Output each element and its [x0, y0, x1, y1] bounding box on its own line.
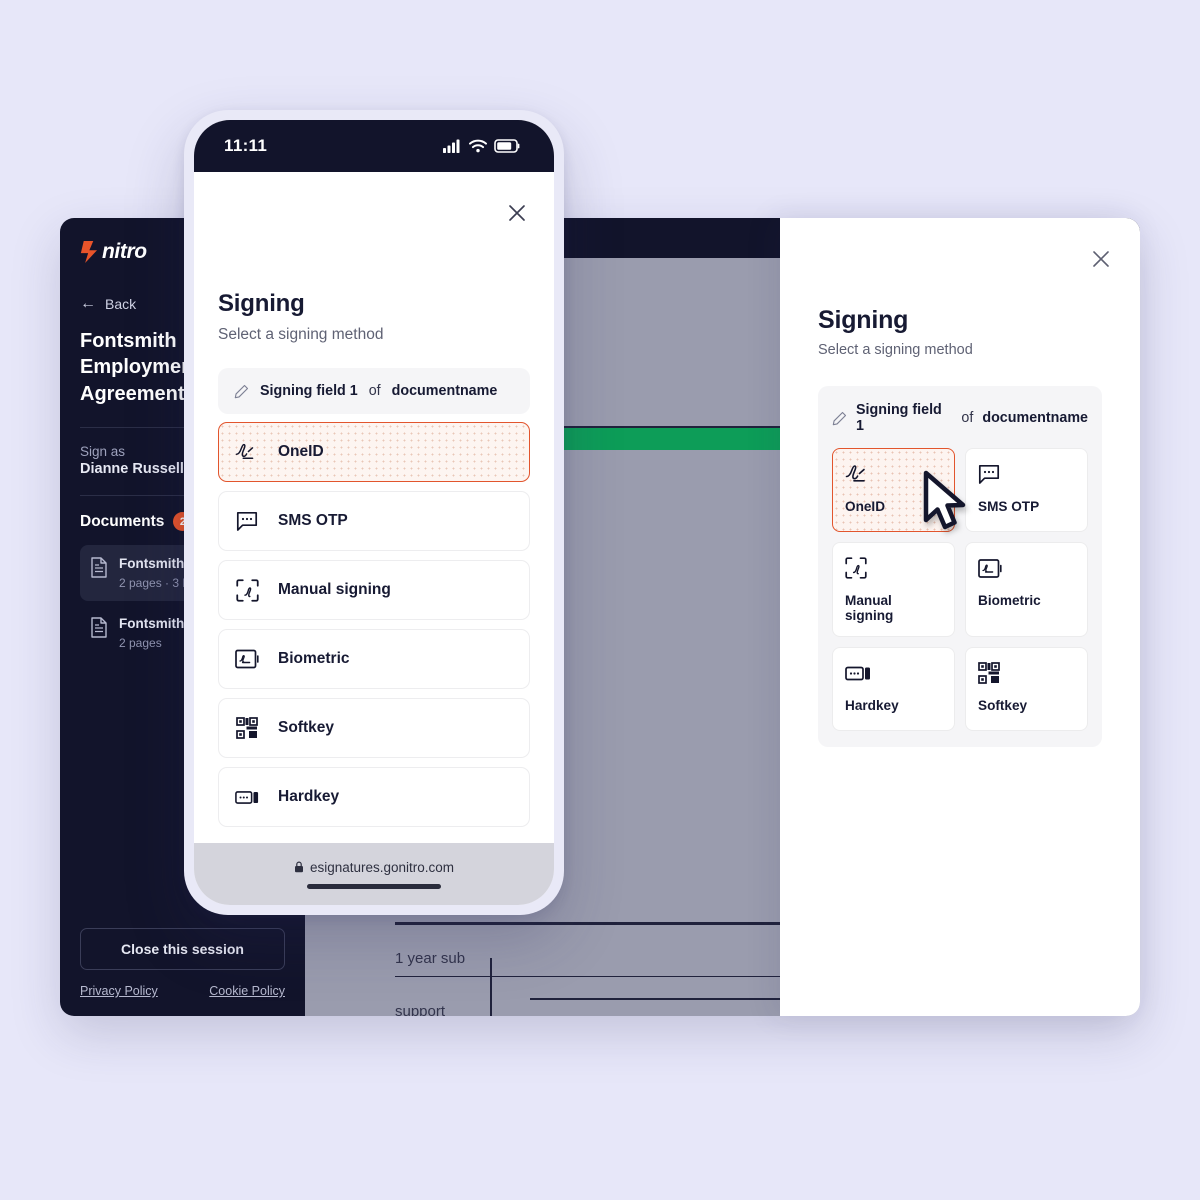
cellular-signal-icon [443, 139, 460, 153]
document-item-1: 1 year sub [395, 950, 466, 967]
method-label: SMS OTP [978, 499, 1040, 514]
method-row-biometric[interactable]: Biometric [218, 629, 530, 689]
method-label: Softkey [278, 719, 334, 736]
method-tile-biometric[interactable]: Biometric [965, 542, 1088, 637]
scan-signature-icon [235, 578, 259, 602]
phone-mockup: 11:11 Signing Select a signing method Si… [184, 110, 564, 915]
method-tile-oneid[interactable]: OneID [832, 448, 955, 532]
signing-field-header: Signing field 1 of documentname [234, 383, 514, 399]
method-row-sms-otp[interactable]: SMS OTP [218, 491, 530, 551]
mobile-browser-bar: esignatures.gonitro.com [194, 843, 554, 905]
back-label: Back [105, 296, 137, 312]
hardkey-icon [235, 785, 259, 809]
document-item-2: support [395, 1003, 446, 1016]
signing-field-number: Signing field 1 [260, 383, 358, 399]
phone-status-bar: 11:11 [194, 120, 554, 172]
method-label: SMS OTP [278, 512, 348, 529]
privacy-policy-link[interactable]: Privacy Policy [80, 984, 158, 998]
method-label: Hardkey [278, 788, 340, 805]
signing-field-card: Signing field 1 of documentname OneID SM… [818, 386, 1102, 747]
chat-bubble-icon [235, 509, 259, 533]
close-session-button[interactable]: Close this session [80, 928, 285, 970]
method-label: Hardkey [845, 698, 899, 713]
documents-label: Documents [80, 512, 165, 530]
page-title: Signing [818, 306, 909, 334]
battery-icon [494, 139, 520, 153]
qr-code-icon [978, 662, 1075, 684]
signing-field-card: Signing field 1 of documentname [218, 368, 530, 414]
scan-signature-icon [845, 557, 942, 579]
nitro-mark-icon [80, 241, 97, 263]
pencil-icon [832, 411, 847, 425]
cookie-policy-link[interactable]: Cookie Policy [209, 984, 285, 998]
document-column-divider [490, 958, 492, 1016]
method-label: Biometric [278, 650, 350, 667]
close-icon[interactable] [1090, 248, 1112, 270]
signing-field-of: of [961, 410, 974, 426]
browser-url-text: esignatures.gonitro.com [309, 859, 455, 875]
signature-icon [235, 440, 259, 464]
status-icons [443, 139, 520, 153]
method-label: OneID [845, 499, 886, 514]
method-tile-softkey[interactable]: Softkey [965, 647, 1088, 731]
method-tile-sms-otp[interactable]: SMS OTP [965, 448, 1088, 532]
pencil-icon [234, 384, 249, 398]
file-icon [91, 617, 107, 638]
page-subtitle: Select a signing method [818, 342, 973, 358]
desktop-signing-panel: Signing Select a signing method Signing … [780, 218, 1140, 1016]
method-row-softkey[interactable]: Softkey [218, 698, 530, 758]
close-icon[interactable] [506, 202, 528, 224]
phone-screen: 11:11 Signing Select a signing method Si… [194, 120, 554, 905]
browser-address[interactable]: esignatures.gonitro.com [294, 860, 454, 875]
page-subtitle: Select a signing method [218, 326, 384, 343]
method-label: OneID [278, 443, 324, 460]
phone-content: Signing Select a signing method Signing … [194, 290, 554, 827]
method-label: Manual signing [845, 593, 894, 623]
arrow-left-icon: ← [80, 295, 96, 312]
nitro-wordmark: nitro [102, 240, 147, 263]
method-label: Softkey [978, 698, 1028, 713]
signing-field-of: of [368, 383, 381, 399]
home-indicator [307, 883, 441, 889]
signing-field-number: Signing field 1 [856, 402, 942, 434]
signing-method-list: OneID SMS OTP Manual signing Biometric S… [218, 422, 530, 827]
status-time: 11:11 [224, 136, 268, 155]
chat-bubble-icon [978, 463, 1075, 485]
signing-field-header: Signing field 1 of documentname [832, 402, 1088, 434]
method-tile-manual-signing[interactable]: Manual signing [832, 542, 955, 637]
method-row-manual-signing[interactable]: Manual signing [218, 560, 530, 620]
wifi-icon [469, 139, 487, 153]
file-icon [91, 557, 107, 578]
method-tile-hardkey[interactable]: Hardkey [832, 647, 955, 731]
page-title: Signing [218, 290, 305, 317]
biometric-card-icon [978, 557, 1075, 579]
sidebar-footer: Close this session Privacy Policy Cookie… [80, 928, 285, 998]
qr-code-icon [235, 716, 259, 740]
signing-method-grid: OneID SMS OTP Manual signing Biometric H… [832, 448, 1088, 731]
lock-icon [294, 861, 303, 873]
signing-field-document: documentname [391, 383, 498, 399]
hardkey-icon [845, 662, 942, 684]
method-row-oneid[interactable]: OneID [218, 422, 530, 482]
biometric-card-icon [235, 647, 259, 671]
method-label: Biometric [978, 593, 1041, 608]
policy-links: Privacy Policy Cookie Policy [80, 984, 285, 998]
method-label: Manual signing [278, 581, 391, 598]
signature-icon [845, 463, 942, 485]
method-row-hardkey[interactable]: Hardkey [218, 767, 530, 827]
signing-field-document: documentname [982, 410, 1088, 426]
